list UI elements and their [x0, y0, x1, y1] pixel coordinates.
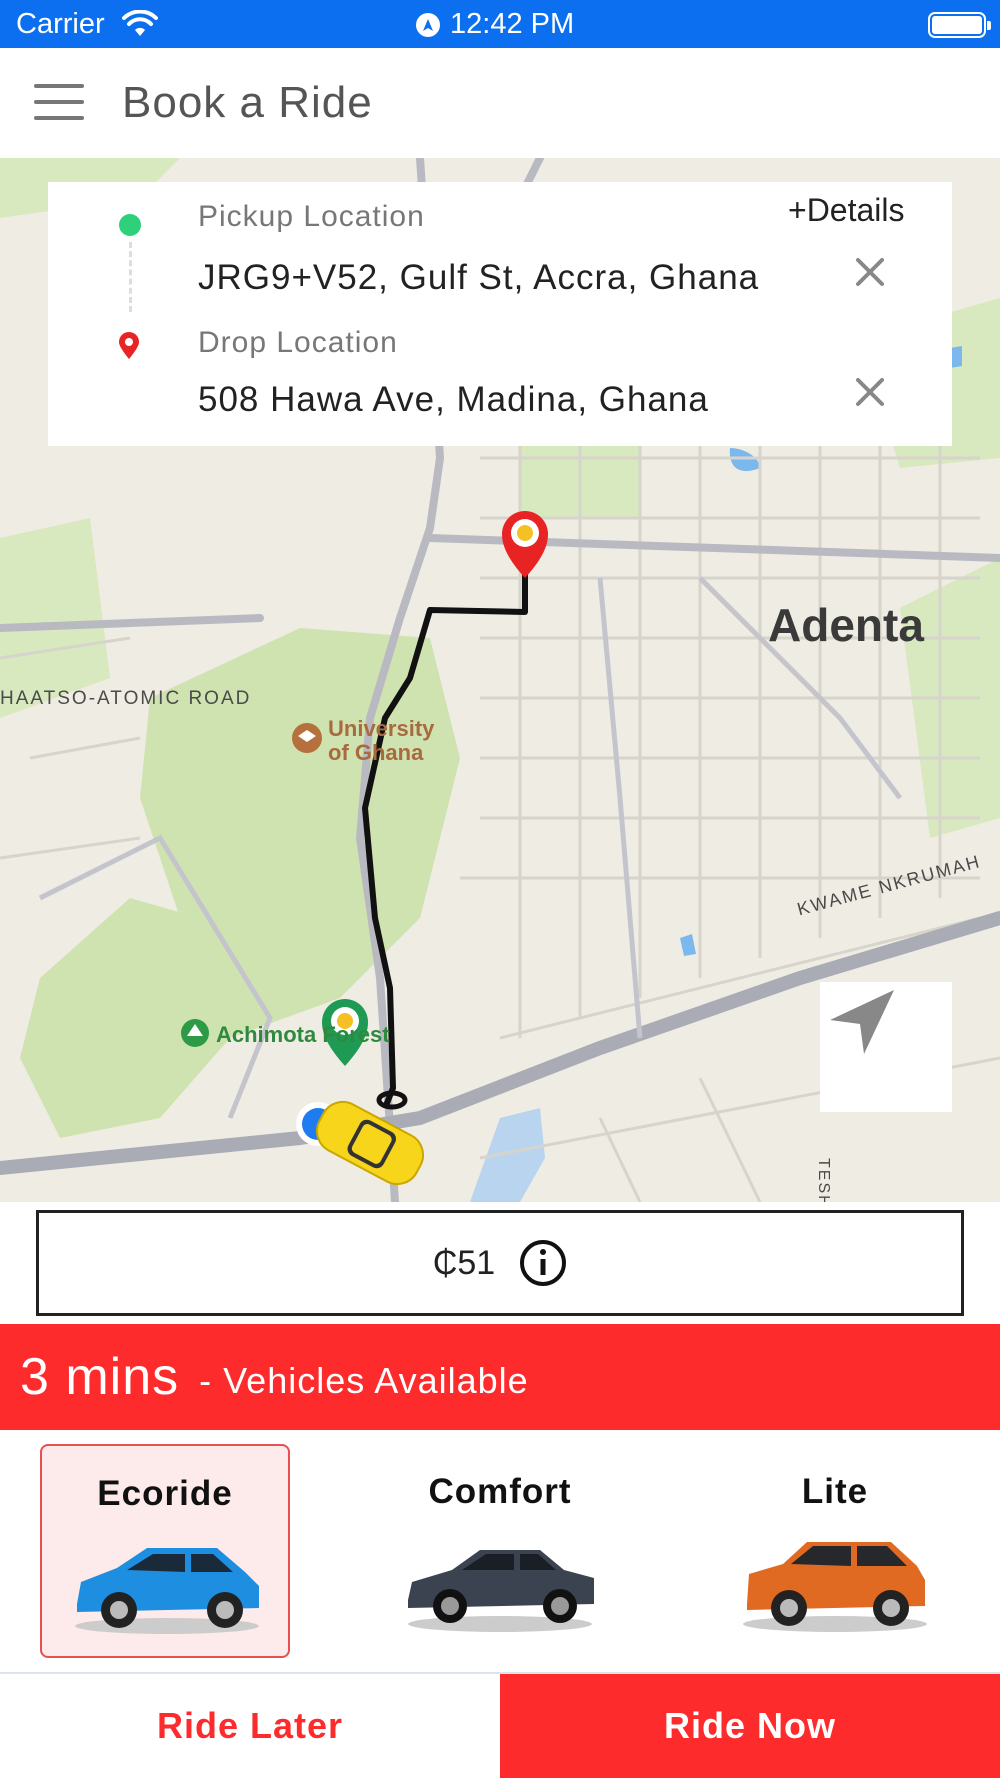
map-label-road-1: HAATSO-ATOMIC ROAD: [0, 688, 252, 709]
drop-label: Drop Location: [198, 326, 398, 359]
map-label-road-3: TESHIE: [815, 1158, 832, 1202]
eta-banner: 3 mins - Vehicles Available: [0, 1324, 1000, 1430]
hamburger-menu-icon[interactable]: [34, 84, 84, 120]
vehicle-option-comfort[interactable]: Comfort: [375, 1444, 625, 1658]
pickup-label: Pickup Location: [198, 200, 425, 233]
info-icon[interactable]: [519, 1239, 567, 1287]
clear-pickup-icon[interactable]: [848, 250, 892, 294]
status-time: 12:42 PM: [450, 8, 575, 40]
map-label-university-2: of Ghana: [328, 740, 424, 765]
navigation-arrow-icon: [830, 990, 894, 1054]
location-arrow-icon: [416, 12, 440, 37]
vehicle-option-lite[interactable]: Lite: [710, 1444, 960, 1658]
vehicle-name: Ecoride: [97, 1474, 233, 1513]
map-label-forest: Achimota Forest: [216, 1022, 390, 1047]
ride-now-button[interactable]: Ride Now: [500, 1674, 1000, 1778]
drop-location-field[interactable]: 508 Hawa Ave, Madina, Ghana: [198, 380, 709, 420]
route-connector: [129, 242, 132, 312]
status-bar: Carrier 12:42 PM: [0, 0, 1000, 48]
location-card: +Details Pickup Location JRG9+V52, Gulf …: [48, 182, 952, 446]
recenter-button[interactable]: [820, 982, 952, 1112]
fare-amount: ₵51: [432, 1243, 496, 1282]
eta-time: 3 mins: [20, 1348, 180, 1406]
page-title: Book a Ride: [122, 78, 373, 127]
battery-icon: [928, 12, 991, 38]
pickup-dot-icon: [119, 214, 141, 236]
carrier-label: Carrier: [16, 8, 105, 40]
drop-marker-icon: [502, 511, 548, 578]
pickup-location-field[interactable]: JRG9+V52, Gulf St, Accra, Ghana: [198, 258, 759, 298]
map-label-area: Adenta: [768, 599, 924, 651]
clear-drop-icon[interactable]: [848, 370, 892, 414]
ride-later-button[interactable]: Ride Later: [0, 1674, 500, 1778]
wifi-icon: [122, 10, 158, 36]
eta-subtitle: - Vehicles Available: [199, 1360, 529, 1401]
hatchback-car-icon: [75, 1548, 259, 1634]
vehicle-name: Lite: [801, 1472, 869, 1511]
drop-pin-icon: [119, 332, 139, 359]
taxi-car-icon: [315, 1100, 425, 1186]
vehicle-selector: Ecoride Comfort Lite: [0, 1430, 1000, 1672]
status-time-group: 12:42 PM: [416, 8, 574, 41]
vehicle-name: Comfort: [428, 1472, 572, 1511]
suv-car-icon: [743, 1542, 927, 1632]
map-label-university-1: University: [328, 716, 435, 741]
sedan-car-icon: [408, 1550, 594, 1632]
nav-bar: Book a Ride: [0, 48, 1000, 158]
vehicle-option-ecoride[interactable]: Ecoride: [40, 1444, 290, 1658]
fare-estimate[interactable]: ₵51: [36, 1210, 964, 1316]
details-link[interactable]: +Details: [788, 192, 905, 229]
